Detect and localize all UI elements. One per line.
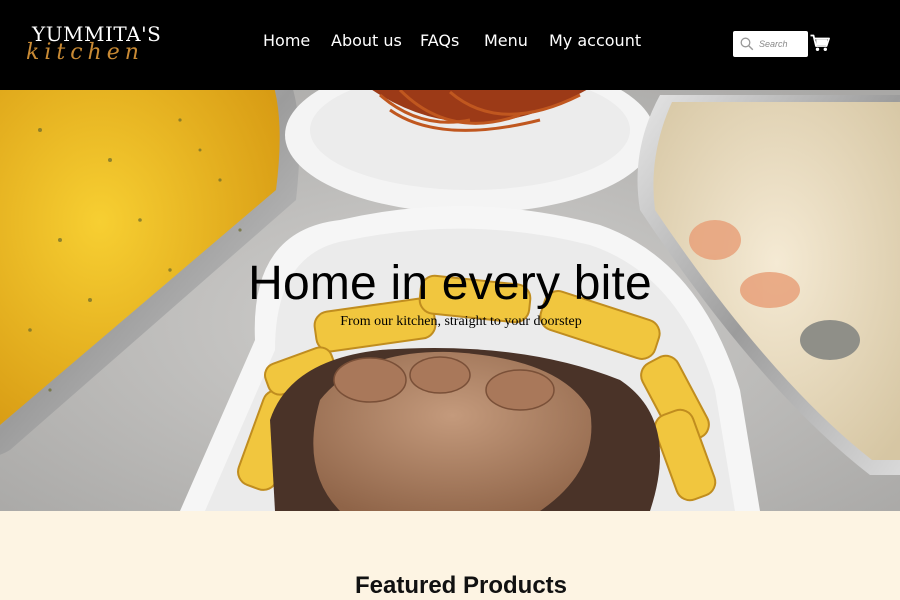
hero-subtitle: From our kitchen, straight to your doors… (340, 314, 582, 329)
search-icon (740, 37, 754, 51)
nav-item-home[interactable]: Home (263, 31, 310, 50)
search-box[interactable] (733, 31, 808, 57)
search-input[interactable] (759, 35, 805, 53)
nav-item-my-account[interactable]: My account (549, 31, 641, 50)
nav-item-faqs[interactable]: FAQs (420, 31, 459, 50)
site-header: YUMMITA'S kitchen Home About us FAQs Men… (0, 0, 900, 90)
nav-item-about-us[interactable]: About us (331, 31, 402, 50)
logo-script: kitchen (26, 40, 144, 65)
nav-item-menu[interactable]: Menu (484, 31, 528, 50)
hero-banner: Home in every bite From our kitchen, str… (0, 90, 900, 511)
featured-products-section: Featured Products (0, 511, 900, 600)
brand-logo[interactable]: YUMMITA'S kitchen (24, 20, 161, 70)
section-title: Featured Products (354, 572, 568, 599)
hero-title: Home in every bite (248, 257, 652, 310)
cart-icon[interactable] (810, 34, 830, 52)
